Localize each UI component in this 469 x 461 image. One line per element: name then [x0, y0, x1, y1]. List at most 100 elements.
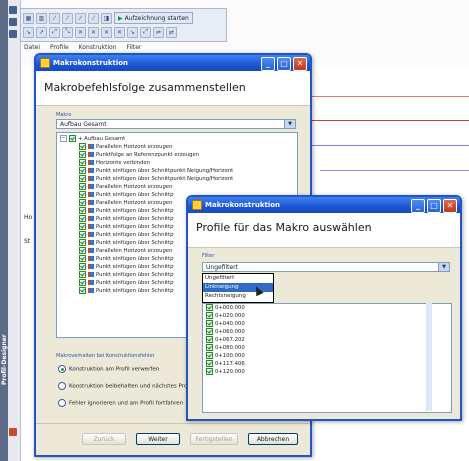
filter-option[interactable]: Ungefiltert — [203, 274, 273, 283]
toolbar-icon[interactable]: ▦ — [23, 12, 34, 24]
tree-root[interactable]: − + Aufbau Gesamt — [60, 135, 125, 143]
pin-icon[interactable] — [9, 6, 17, 14]
maximize-icon[interactable]: □ — [277, 57, 291, 71]
menu-item-file[interactable]: Datei — [24, 44, 40, 53]
toolbar-icon[interactable]: ⇄ — [166, 26, 177, 38]
checkbox-icon[interactable] — [206, 304, 213, 311]
tree-item[interactable]: Punkt einfügen über Schnittp — [79, 191, 173, 199]
checkbox-icon[interactable] — [79, 223, 86, 230]
checkbox-icon[interactable] — [79, 255, 86, 262]
checkbox-icon[interactable] — [206, 352, 213, 359]
profile-list-item[interactable]: 0+117.406 — [206, 360, 245, 368]
checkbox-icon[interactable] — [206, 368, 213, 375]
tree-item[interactable]: Punkt einfügen über Schnittpunkt Neigung… — [79, 167, 233, 175]
tree-item[interactable]: Punkt einfügen über Schnittp — [79, 215, 173, 223]
profile-list-item[interactable]: 0+067.202 — [206, 336, 245, 344]
tree-item[interactable]: Parallelen Horizont erzeugen — [79, 183, 172, 191]
tree-item[interactable]: Punktfolge an Referenzpunkt erzeugen — [79, 151, 199, 159]
checkbox-icon[interactable] — [69, 135, 76, 142]
minimize-icon[interactable]: _ — [411, 199, 425, 213]
tree-item[interactable]: Parallelen Horizont erzeugen — [79, 199, 172, 207]
toolbar-icon[interactable]: ✕ — [101, 26, 112, 38]
toolbar-icon[interactable]: ⇌ — [153, 26, 164, 38]
checkbox-icon[interactable] — [79, 263, 86, 270]
radio-icon[interactable] — [58, 399, 66, 407]
filter-select[interactable]: Ungefiltert ▼ — [202, 262, 450, 272]
profile-list[interactable]: 0+000.000 0+020.000 0+040.000 0+060.000 0+06… — [202, 303, 452, 413]
toolbar-icon[interactable]: ⁄ — [75, 12, 86, 24]
tool-icon[interactable] — [9, 18, 17, 26]
next-button[interactable]: Weiter — [136, 433, 180, 445]
toolbar-icon[interactable]: ✕ — [88, 26, 99, 38]
vertical-panel-label[interactable]: Profil-Designer — [1, 300, 9, 420]
tree-item[interactable]: Punkt einfügen über Schnittp — [79, 271, 173, 279]
finish-button[interactable]: Fertigstellen — [190, 433, 238, 445]
checkbox-icon[interactable] — [206, 360, 213, 367]
checkbox-icon[interactable] — [206, 344, 213, 351]
checkbox-icon[interactable] — [79, 231, 86, 238]
checkbox-icon[interactable] — [79, 279, 86, 286]
collapse-icon[interactable]: − — [60, 135, 67, 142]
chevron-down-icon[interactable]: ▼ — [438, 263, 449, 271]
toolbar-icon[interactable]: ↘ — [23, 26, 34, 38]
tree-item[interactable]: Horizonte verbinden — [79, 159, 150, 167]
maximize-icon[interactable]: □ — [427, 199, 441, 213]
radio-ignore-continue[interactable]: Fehler ignorieren und am Profil fortfahr… — [58, 399, 183, 407]
checkbox-icon[interactable] — [79, 215, 86, 222]
checkbox-icon[interactable] — [79, 199, 86, 206]
tree-item[interactable]: Parallelen Horizont erzeugen — [79, 247, 172, 255]
macro-select[interactable]: Aufbau Gesamt ▼ — [56, 119, 296, 129]
toolbar-icon[interactable]: ⁄ — [49, 12, 60, 24]
profile-list-item[interactable]: 0+040.000 — [206, 320, 245, 328]
checkbox-icon[interactable] — [79, 167, 86, 174]
menu-item-filter[interactable]: Filter — [127, 44, 142, 53]
toolbar-icon[interactable]: ✕ — [75, 26, 86, 38]
toolbar-icon[interactable]: ⤢ — [140, 26, 151, 38]
menu-item-profiles[interactable]: Profile — [50, 44, 69, 53]
toolbar-icon[interactable]: ⤡ — [62, 26, 73, 38]
checkbox-icon[interactable] — [206, 328, 213, 335]
menu-item-construction[interactable]: Konstruktion — [79, 44, 117, 53]
checkbox-icon[interactable] — [206, 336, 213, 343]
tree-item[interactable]: Punkt einfügen über Schnittpunkt Neigung… — [79, 175, 233, 183]
tree-item[interactable]: Punkt einfügen über Schnittp — [79, 207, 173, 215]
checkbox-icon[interactable] — [79, 191, 86, 198]
toolbar-icon[interactable]: ✕ — [114, 26, 125, 38]
profile-list-item[interactable]: 0+060.000 — [206, 328, 245, 336]
radio-discard[interactable]: Konstruktion am Profil verwerfen — [58, 365, 159, 373]
toolbar-icon[interactable]: ↗ — [36, 26, 47, 38]
checkbox-icon[interactable] — [79, 175, 86, 182]
toolbar-icon[interactable]: ▥ — [36, 12, 47, 24]
toolbar-icon[interactable]: ⁄ — [88, 12, 99, 24]
tree-item[interactable]: Punkt einfügen über Schnittp — [79, 287, 173, 295]
toolbar-icon[interactable]: ⁄ — [62, 12, 73, 24]
checkbox-icon[interactable] — [206, 320, 213, 327]
tree-item[interactable]: Parallelen Horizont erzeugen — [79, 143, 172, 151]
toolbar-icon[interactable]: ◨ — [101, 12, 112, 24]
radio-icon[interactable] — [58, 365, 66, 373]
profile-list-item[interactable]: 0+120.000 — [206, 368, 245, 376]
checkbox-icon[interactable] — [79, 239, 86, 246]
tool-icon[interactable] — [9, 30, 17, 38]
checkbox-icon[interactable] — [79, 247, 86, 254]
checkbox-icon[interactable] — [79, 143, 86, 150]
profile-list-item[interactable]: 0+020.000 — [206, 312, 245, 320]
toolbar-icon[interactable]: ⤢ — [49, 26, 60, 38]
tree-item[interactable]: Punkt einfügen über Schnittp — [79, 263, 173, 271]
toolbar-icon[interactable]: ↘ — [127, 26, 138, 38]
cancel-button[interactable]: Abbrechen — [248, 433, 298, 445]
tree-item[interactable]: Punkt einfügen über Schnittp — [79, 279, 173, 287]
tree-item[interactable]: Punkt einfügen über Schnittp — [79, 231, 173, 239]
start-recording-button[interactable]: ▶ Aufzeichnung starten — [114, 12, 193, 24]
close-icon[interactable]: ✕ — [443, 199, 457, 213]
checkbox-icon[interactable] — [79, 151, 86, 158]
minimize-icon[interactable]: _ — [261, 57, 275, 71]
profile-list-item[interactable]: 0+080.000 — [206, 344, 245, 352]
checkbox-icon[interactable] — [79, 159, 86, 166]
radio-icon[interactable] — [58, 382, 66, 390]
checkbox-icon[interactable] — [79, 207, 86, 214]
checkbox-icon[interactable] — [79, 287, 86, 294]
checkbox-icon[interactable] — [79, 183, 86, 190]
back-button[interactable]: Zurück — [82, 433, 126, 445]
checkbox-icon[interactable] — [79, 271, 86, 278]
